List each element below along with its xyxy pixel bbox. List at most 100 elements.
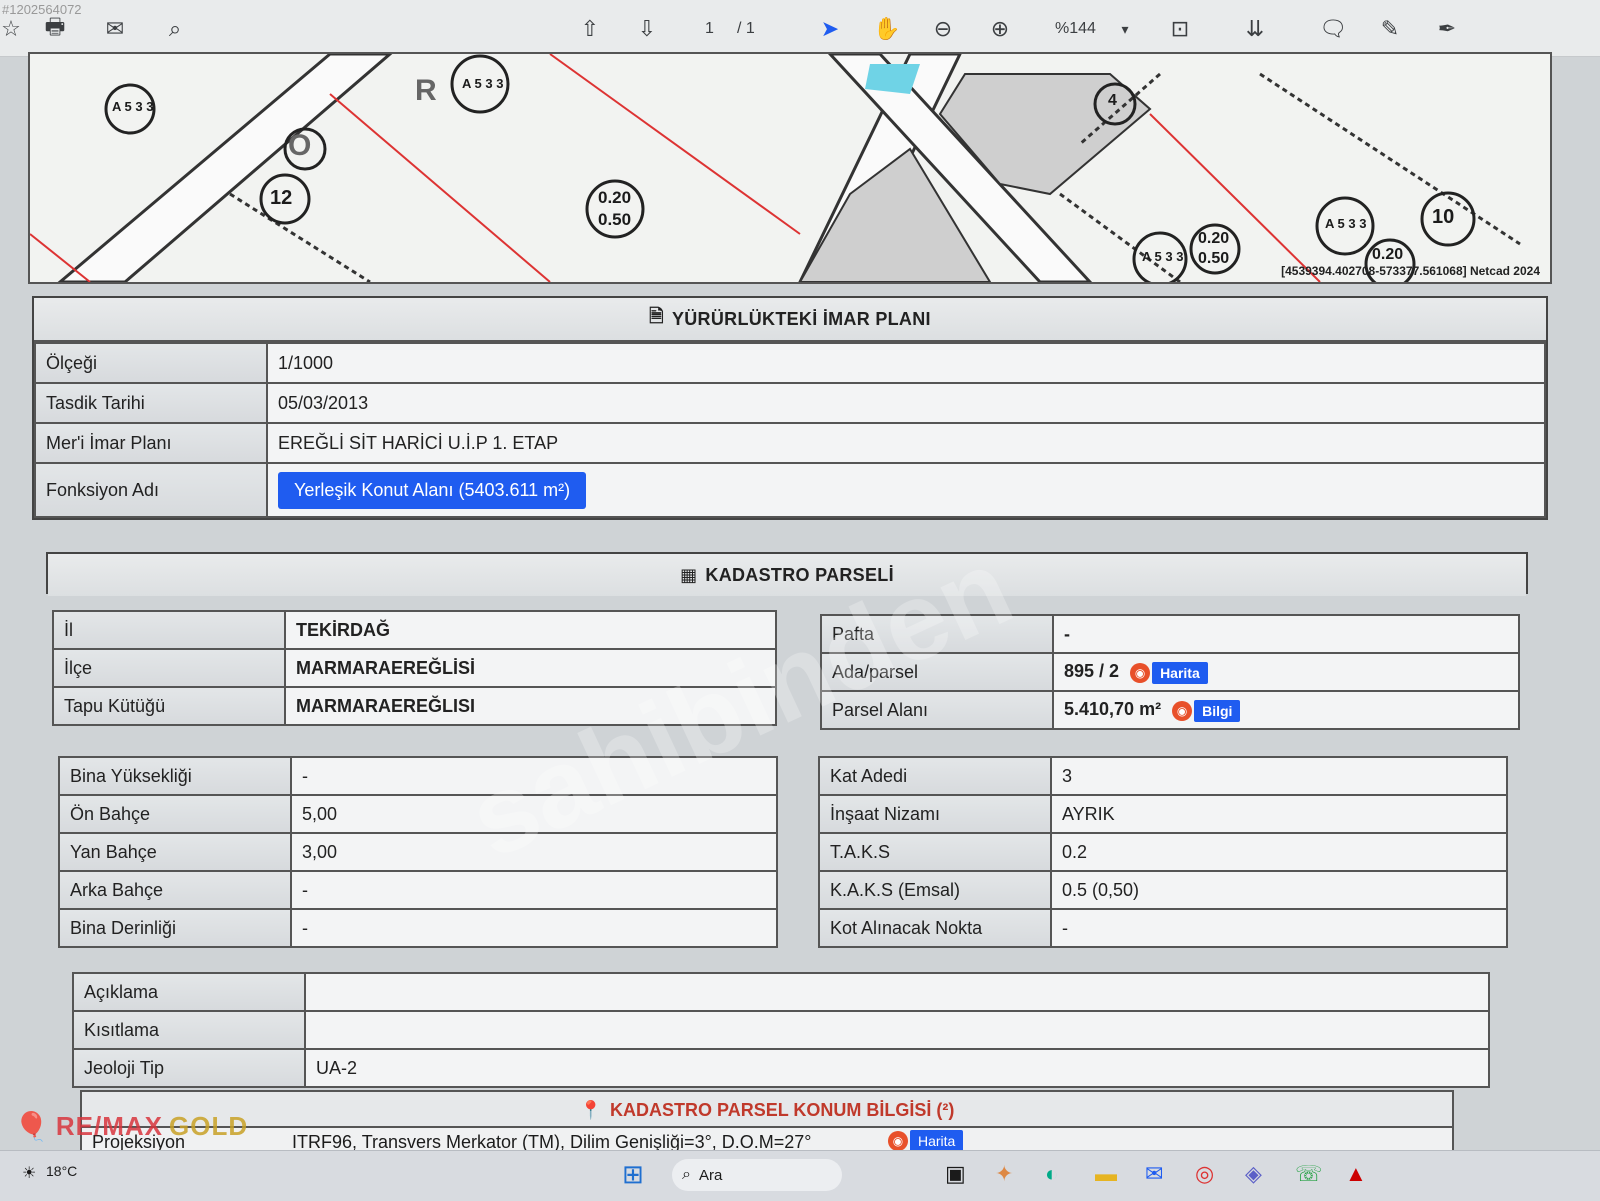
remax-logo: 🎈 RE/MAX GOLD [14,1110,248,1143]
row-label: İl [52,610,286,650]
imar-plan-title-text: YÜRÜRLÜKTEKİ İMAR PLANI [671,308,931,329]
zoom-in-icon[interactable]: ⊕ [985,14,1015,44]
comment-icon[interactable]: 🗨 [1318,14,1348,44]
row-value: - [290,870,778,910]
windows-start-icon[interactable]: ⊞ [622,1159,644,1190]
projection-harita-button[interactable]: ◉ Harita [888,1130,964,1152]
row-value: UA-2 [304,1048,1490,1088]
row-value: 0.2 [1050,832,1508,872]
page-down-icon[interactable]: ⇩ [632,14,662,44]
row-label: İnşaat Nizamı [818,794,1052,834]
star-icon[interactable]: ☆ [0,14,26,44]
row-label: Yan Bahçe [58,832,292,872]
table-row: Kot Alınacak Nokta - [818,908,1508,948]
row-value: TEKİRDAĞ [284,610,777,650]
row-label: Tapu Kütüğü [52,686,286,726]
select-cursor-icon[interactable]: ➤ [815,14,845,44]
weather-temp[interactable]: 18°C [46,1163,77,1179]
page-up-icon[interactable]: ⇧ [575,14,605,44]
fit-page-icon[interactable]: ⊡ [1165,14,1195,44]
map-coordinates: [4539394.402708-573377.561068] Netcad 20… [1281,264,1540,278]
info-marker-icon: ◉ [1172,700,1193,721]
outlook-icon[interactable]: ✉ [1145,1161,1163,1187]
row-value: - [1052,614,1520,654]
row-value: 3 [1050,756,1508,796]
zoom-out-icon[interactable]: ⊖ [928,14,958,44]
row-label: Ön Bahçe [58,794,292,834]
parsel-area-value: 5.410,70 m² [1064,698,1162,719]
row-label: Mer'i İmar Planı [34,422,268,464]
row-value: AYRIK [1050,794,1508,834]
table-row: Yan Bahçe 3,00 [58,832,778,872]
logo-main: RE/MAX [55,1111,163,1141]
weather-icon[interactable]: ☀ [22,1163,36,1183]
balloon-icon: 🎈 [14,1111,50,1142]
table-row: T.A.K.S 0.2 [818,832,1508,872]
harita-button[interactable]: ◉ Harita [1130,661,1208,684]
search-icon: ⌕ [682,1166,691,1183]
map-label: A 5 3 3 [1325,216,1367,231]
edge-icon[interactable]: ◐ [1045,1161,1058,1187]
row-label: Tasdik Tarihi [34,382,268,424]
search-label: Ara [698,1166,723,1184]
table-row: İl TEKİRDAĞ [52,610,777,650]
row-label: Jeoloji Tip [72,1048,306,1088]
imar-plan-panel: 🗎 YÜRÜRLÜKTEKİ İMAR PLANI Ölçeği 1/1000 … [32,296,1548,520]
map-label: 12 [270,187,293,209]
row-value: 0.5 (0,50) [1050,870,1508,910]
imar-plan-table: Ölçeği 1/1000 Tasdik Tarihi 05/03/2013 M… [34,342,1546,518]
map-drawing [30,54,1550,282]
row-label: Kot Alınacak Nokta [818,908,1052,948]
print-icon[interactable]: 🖶 [40,14,70,44]
map-label: 0.50 [598,210,632,229]
row-label: Bina Yüksekliği [58,756,292,796]
acrobat-icon[interactable]: ▲ [1345,1161,1367,1187]
row-label: Açıklama [72,972,306,1012]
map-label: 0.20 [1198,230,1230,247]
table-row: Açıklama [72,972,1490,1012]
table-row: Parsel Alanı 5.410,70 m² ◉ Bilgi [820,690,1520,730]
konum-title-text: KADASTRO PARSEL KONUM BİLGİSİ (²) [610,1099,955,1120]
logo-sub: GOLD [169,1111,249,1141]
chrome-icon[interactable]: ◎ [1195,1161,1214,1187]
zoom-search-icon[interactable]: ⌕ [160,14,190,44]
ada-parsel-value: 895 / 2 [1064,660,1120,681]
row-label: Fonksiyon Adı [34,462,268,518]
whatsapp-icon[interactable]: ☏ [1295,1161,1323,1187]
teams-icon[interactable]: ◈ [1245,1161,1262,1187]
row-value: 5.410,70 m² ◉ Bilgi [1052,690,1520,730]
hand-tool-icon[interactable]: ✋ [872,14,902,44]
row-label: K.A.K.S (Emsal) [818,870,1052,910]
map-marker-icon: ◉ [888,1131,908,1151]
page-current[interactable]: 1 [705,20,714,38]
harita-button-label: Harita [1152,661,1208,684]
bilgi-button[interactable]: ◉ Bilgi [1172,699,1241,722]
map-label: 0.20 [598,188,632,207]
map-label: 0.20 [1372,246,1404,263]
folder-icon[interactable]: ▬ [1095,1161,1117,1187]
bilgi-button-label: Bilgi [1194,699,1241,722]
function-button[interactable]: Yerleşik Konut Alanı (5403.611 m²) [278,471,587,509]
pen-icon[interactable]: ✎ [1375,14,1405,44]
map-label: A 5 3 3 [462,76,504,91]
task-view-icon[interactable]: ▣ [945,1161,966,1187]
row-label: İlçe [52,648,286,688]
zoom-level[interactable]: %144 [1055,20,1096,38]
row-value: Yerleşik Konut Alanı (5403.611 m²) [266,462,1546,518]
zoom-dropdown-icon[interactable]: ▾ [1110,14,1140,44]
copilot-icon[interactable]: ✦ [995,1161,1013,1187]
taskbar-search[interactable]: ⌕ Ara [672,1159,842,1191]
imar-plan-title: 🗎 YÜRÜRLÜKTEKİ İMAR PLANI [34,298,1546,342]
map-label: 4 [1108,92,1117,109]
table-row: Fonksiyon Adı Yerleşik Konut Alanı (5403… [34,462,1546,518]
row-label: Kısıtlama [72,1010,306,1050]
mail-icon[interactable]: ✉ [100,14,130,44]
row-label: T.A.K.S [818,832,1052,872]
imar-map[interactable]: A 5 3 3 R A 5 3 3 12 0.20 0.50 0.20 0.50… [28,52,1552,284]
location-pin-icon: 📍 [579,1099,603,1120]
table-row: Mer'i İmar Planı EREĞLİ SİT HARİCİ U.İ.P… [34,422,1546,464]
row-value: 1/1000 [266,342,1546,384]
scroll-mode-icon[interactable]: ⇊ [1240,14,1270,44]
table-row: Kat Adedi 3 [818,756,1508,796]
sign-icon[interactable]: ✒ [1432,14,1462,44]
